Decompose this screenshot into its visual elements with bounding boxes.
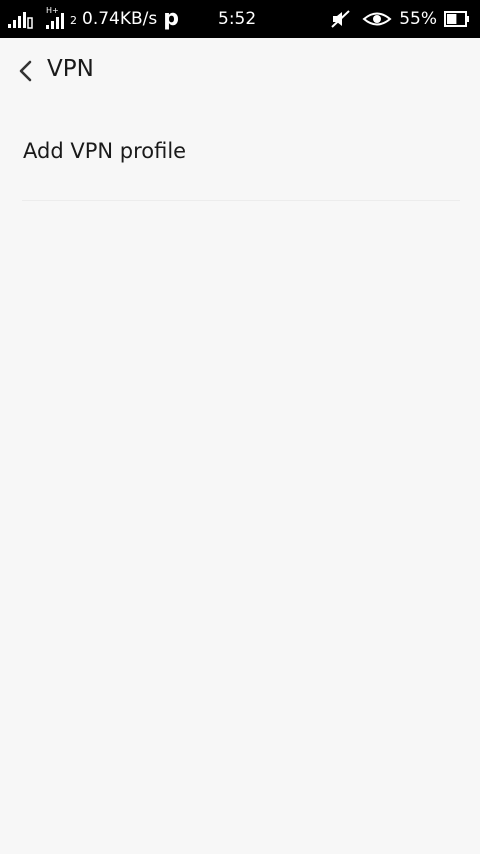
divider bbox=[22, 200, 460, 201]
battery-percent: 55% bbox=[399, 9, 437, 29]
add-vpn-profile-item[interactable]: Add VPN profile bbox=[0, 104, 480, 201]
p-app-icon: p bbox=[163, 6, 179, 31]
page-title: VPN bbox=[47, 56, 94, 82]
status-time: 5:52 bbox=[218, 9, 257, 29]
sim2-label: 2 bbox=[70, 14, 77, 27]
chevron-left-icon bbox=[19, 60, 32, 82]
list-item-label: Add VPN profile bbox=[23, 139, 187, 163]
back-button[interactable] bbox=[10, 54, 40, 88]
status-right: 55% bbox=[330, 0, 470, 38]
app-header: VPN bbox=[0, 38, 480, 105]
signal-icon bbox=[46, 13, 64, 29]
battery-icon bbox=[444, 11, 469, 27]
status-bar: H+ 2 0.74KB/s p 5:52 55% bbox=[0, 0, 480, 38]
eye-icon bbox=[362, 12, 392, 26]
status-left: H+ 2 0.74KB/s p bbox=[8, 0, 179, 38]
signal-icon bbox=[8, 12, 33, 29]
mute-icon bbox=[331, 10, 350, 28]
signal-sim2: H+ 2 bbox=[46, 6, 80, 30]
network-speed: 0.74KB/s bbox=[82, 9, 158, 29]
